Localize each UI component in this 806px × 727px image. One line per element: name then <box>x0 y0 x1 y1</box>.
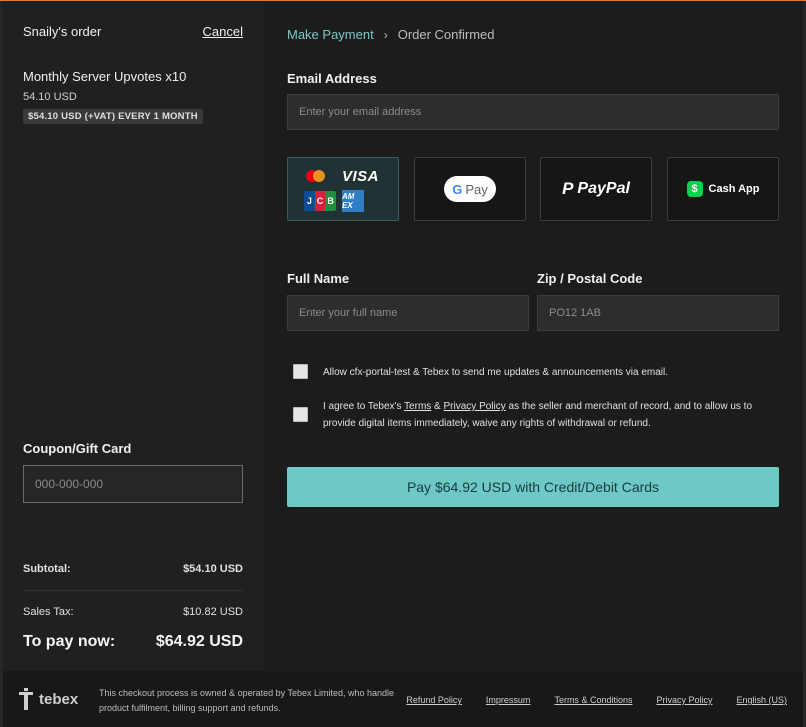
billing-badge: $54.10 USD (+VAT) EVERY 1 MONTH <box>23 109 203 124</box>
footer-description: This checkout process is owned & operate… <box>99 688 395 713</box>
breadcrumb-make-payment[interactable]: Make Payment <box>287 27 374 42</box>
updates-consent-row: Allow cfx-portal-test & Tebex to send me… <box>293 364 668 381</box>
updates-consent-checkbox[interactable] <box>293 364 308 379</box>
privacy-policy-link[interactable]: Privacy Policy <box>444 401 506 412</box>
tebex-logo-text: tebex <box>39 690 79 708</box>
terms-consent-row: I agree to Tebex's Terms & Privacy Polic… <box>293 398 753 432</box>
jcb-letter: J <box>304 191 315 211</box>
full-name-label: Full Name <box>287 271 350 286</box>
breadcrumb-current: Order Confirmed <box>397 27 495 42</box>
total-row: To pay now: $64.92 USD <box>23 633 243 651</box>
terms-link[interactable]: Terms <box>404 401 431 412</box>
summary-divider <box>23 590 243 591</box>
coupon-label: Coupon/Gift Card <box>23 441 132 456</box>
total-label: To pay now: <box>23 633 116 650</box>
footer-language-selector[interactable]: English (US) <box>736 695 787 705</box>
footer-link-impressum[interactable]: Impressum <box>486 695 531 705</box>
updates-consent-text: Allow cfx-portal-test & Tebex to send me… <box>323 367 668 378</box>
footer-link-privacy-policy[interactable]: Privacy Policy <box>656 695 712 705</box>
email-input[interactable] <box>287 94 779 130</box>
zip-input[interactable] <box>537 295 779 331</box>
jcb-icon: J C B <box>304 191 336 211</box>
terms-amp: & <box>431 401 444 412</box>
item-name: Monthly Server Upvotes x10 <box>23 69 187 84</box>
pay-button[interactable]: Pay $64.92 USD with Credit/Debit Cards <box>287 467 779 507</box>
breadcrumb-separator-icon: › <box>383 27 388 42</box>
payment-method-cash-app[interactable]: $ Cash App <box>667 157 779 221</box>
paypal-icon: P <box>562 179 574 198</box>
footer-link-refund-policy[interactable]: Refund Policy <box>406 695 462 705</box>
cash-app-icon: $ <box>686 181 703 197</box>
jcb-letter: B <box>325 191 336 211</box>
cancel-link[interactable]: Cancel <box>203 24 243 39</box>
subtotal-row: Subtotal: $54.10 USD <box>23 563 243 575</box>
paypal-logo: P PayPal <box>562 179 630 199</box>
google-pay-text: Pay <box>465 181 488 197</box>
footer-link-terms[interactable]: Terms & Conditions <box>554 695 632 705</box>
payment-method-cards[interactable]: VISA J C B AM EX <box>287 157 399 221</box>
email-label: Email Address <box>287 71 377 86</box>
amex-icon: AM EX <box>342 190 364 212</box>
footer-links: Refund Policy Impressum Terms & Conditio… <box>406 695 787 705</box>
tebex-logo: tebex <box>19 688 78 710</box>
breadcrumb: Make Payment › Order Confirmed <box>287 27 495 42</box>
google-g-icon: G <box>452 181 463 197</box>
card-logos: VISA J C B AM EX <box>304 165 382 213</box>
order-title: Snaily's order <box>23 24 102 39</box>
coupon-input[interactable] <box>23 465 243 503</box>
cash-app-logo: $ Cash App <box>686 181 760 197</box>
tax-value: $10.82 USD <box>183 606 243 618</box>
payment-method-google-pay[interactable]: G Pay <box>414 157 526 221</box>
terms-prefix: I agree to Tebex's <box>323 401 405 412</box>
subtotal-label: Subtotal: <box>23 563 71 575</box>
full-name-input[interactable] <box>287 295 529 331</box>
terms-consent-checkbox[interactable] <box>293 407 308 422</box>
tax-row: Sales Tax: $10.82 USD <box>23 606 243 618</box>
total-value: $64.92 USD <box>155 633 243 650</box>
terms-consent-text: I agree to Tebex's Terms & Privacy Polic… <box>323 398 753 432</box>
payment-method-paypal[interactable]: P PayPal <box>540 157 652 221</box>
visa-logo: VISA <box>342 167 380 185</box>
item-price: 54.10 USD <box>23 91 77 103</box>
subtotal-value: $54.10 USD <box>183 563 243 575</box>
mastercard-icon <box>304 168 328 184</box>
zip-label: Zip / Postal Code <box>537 271 643 286</box>
checkout-main: Make Payment › Order Confirmed Email Add… <box>263 1 803 671</box>
order-sidebar: Snaily's order Cancel Monthly Server Upv… <box>3 1 263 671</box>
jcb-letter: C <box>314 191 326 211</box>
tax-label: Sales Tax: <box>23 606 74 618</box>
cash-app-text: Cash App <box>708 183 760 195</box>
paypal-text: PayPal <box>577 180 630 197</box>
google-pay-logo: G Pay <box>444 176 496 202</box>
footer: tebex This checkout process is owned & o… <box>3 671 803 727</box>
tebex-logo-icon <box>19 688 33 710</box>
